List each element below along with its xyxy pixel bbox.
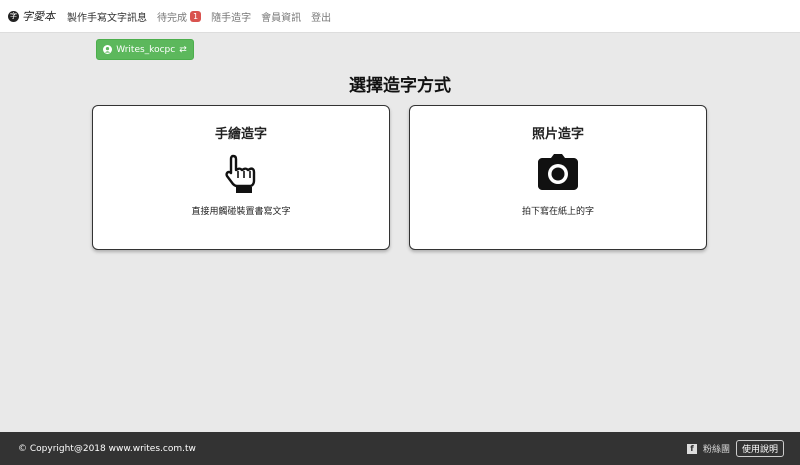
card-description: 拍下寫在紙上的字 [521, 207, 594, 217]
page-title: 選擇造字方式 [349, 76, 451, 96]
brand-mark-icon: 字 [8, 10, 19, 22]
footer-link-help[interactable]: 使用說明 [735, 440, 784, 457]
copyright-text: © Copyright@2018 www.writes.com.tw [18, 443, 196, 454]
card-title: 照片造字 [531, 127, 584, 142]
nav-item-quick-create[interactable]: 隨手造字 [211, 9, 251, 24]
pointing-hand-icon [225, 154, 256, 193]
swap-icon: ⇄ [179, 44, 187, 55]
switch-user-button[interactable]: Writes_kocpc ⇄ [96, 39, 194, 60]
pending-count-badge: 1 [190, 10, 202, 22]
nav-item-pending[interactable]: 待完成 1 [157, 9, 202, 24]
card-description: 直接用觸碰裝置書寫文字 [191, 207, 291, 217]
nav-item-create-message[interactable]: 製作手寫文字訊息 [67, 9, 147, 24]
card-photo[interactable]: 照片造字 拍下寫在紙上的字 [409, 105, 707, 250]
card-hand-draw[interactable]: 手繪造字 直接用觸碰裝置書寫文字 [92, 105, 390, 250]
nav-item-logout[interactable]: 登出 [311, 9, 331, 24]
brand-text: 字愛本 [22, 10, 55, 23]
facebook-icon[interactable]: f [686, 443, 697, 454]
top-navbar: 字 字愛本 製作手寫文字訊息 待完成 1 隨手造字 會員資訊 登出 [0, 0, 800, 33]
username-label: Writes_kocpc [116, 44, 176, 55]
user-icon [103, 45, 113, 54]
card-title: 手繪造字 [214, 127, 267, 142]
brand-logo[interactable]: 字 字愛本 [8, 8, 55, 24]
footer: © Copyright@2018 www.writes.com.tw f 粉絲團… [0, 432, 800, 465]
nav-item-pending-label: 待完成 [157, 12, 187, 24]
footer-link-fanpage[interactable]: 粉絲團 [703, 442, 730, 455]
nav-item-member-info[interactable]: 會員資訊 [261, 9, 301, 24]
camera-icon [538, 154, 578, 190]
footer-links: f 粉絲團 使用說明 [686, 432, 784, 465]
